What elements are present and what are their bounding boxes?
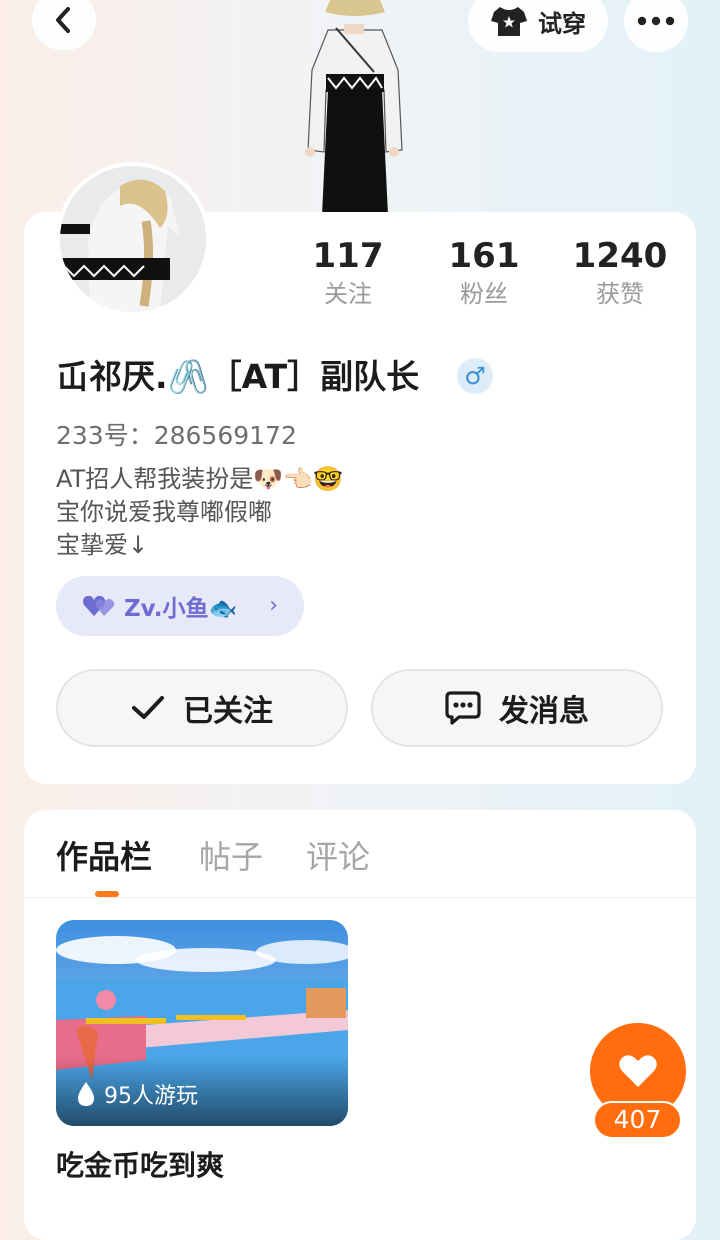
tab-works[interactable]: 作品栏	[56, 832, 152, 878]
stat-fans[interactable]: 161 粉丝	[424, 236, 544, 310]
more-dots-icon	[637, 16, 675, 26]
stat-following-value: 117	[312, 236, 384, 276]
message-label: 发消息	[499, 694, 589, 729]
followed-button[interactable]: 已关注	[56, 669, 348, 747]
heart-icon	[619, 1055, 657, 1087]
like-count: 407	[593, 1101, 682, 1139]
character-illustration	[305, 0, 403, 215]
chevron-right-icon: ›	[269, 593, 278, 618]
stat-likes-label: 获赞	[596, 280, 644, 308]
work-title[interactable]: 吃金币吃到爽	[56, 1144, 224, 1184]
try-on-button[interactable]: 试穿	[468, 0, 608, 52]
bio-line-2: 宝你说爱我尊嘟假嘟	[56, 498, 272, 526]
checkmark-icon	[132, 696, 164, 719]
back-button[interactable]	[32, 0, 96, 50]
drop-icon	[78, 1082, 94, 1106]
fan-group-label: Zv.小鱼🐟	[124, 596, 238, 622]
try-on-label: 试穿	[538, 9, 586, 38]
stat-likes-value: 1240	[572, 236, 668, 276]
fan-group-badge[interactable]: Zv.小鱼🐟 ›	[56, 576, 304, 636]
double-heart-icon	[83, 595, 115, 616]
stat-likes[interactable]: 1240 获赞	[560, 236, 680, 310]
bio-line-1: AT招人帮我装扮是🐶👈🏻🤓	[56, 465, 343, 493]
chat-bubble-icon	[445, 691, 481, 725]
gender-male-icon: ♂	[457, 358, 493, 394]
stat-following-label: 关注	[324, 280, 372, 308]
message-button[interactable]: 发消息	[371, 669, 663, 747]
shirt-icon	[491, 7, 527, 36]
work-thumbnail[interactable]: 95人游玩	[56, 920, 348, 1126]
stat-fans-value: 161	[448, 236, 520, 276]
more-button[interactable]	[624, 0, 688, 52]
avatar[interactable]	[56, 162, 210, 316]
followed-label: 已关注	[183, 694, 273, 729]
tab-posts[interactable]: 帖子	[199, 832, 263, 878]
bio-line-3: 宝挚爱↓	[56, 531, 149, 559]
tab-divider	[24, 897, 696, 898]
avatar-image	[60, 166, 206, 312]
stat-fans-label: 粉丝	[460, 280, 508, 308]
play-count-label: 95人游玩	[104, 1084, 198, 1109]
profile-name: 屲祁厌.🖇️［AT］副队长	[56, 357, 420, 396]
user-id: 233号：286569172	[56, 421, 297, 450]
chevron-left-icon	[56, 7, 70, 33]
stat-following[interactable]: 117 关注	[288, 236, 408, 310]
tab-comments[interactable]: 评论	[306, 832, 370, 878]
play-count: 95人游玩	[76, 1078, 198, 1110]
